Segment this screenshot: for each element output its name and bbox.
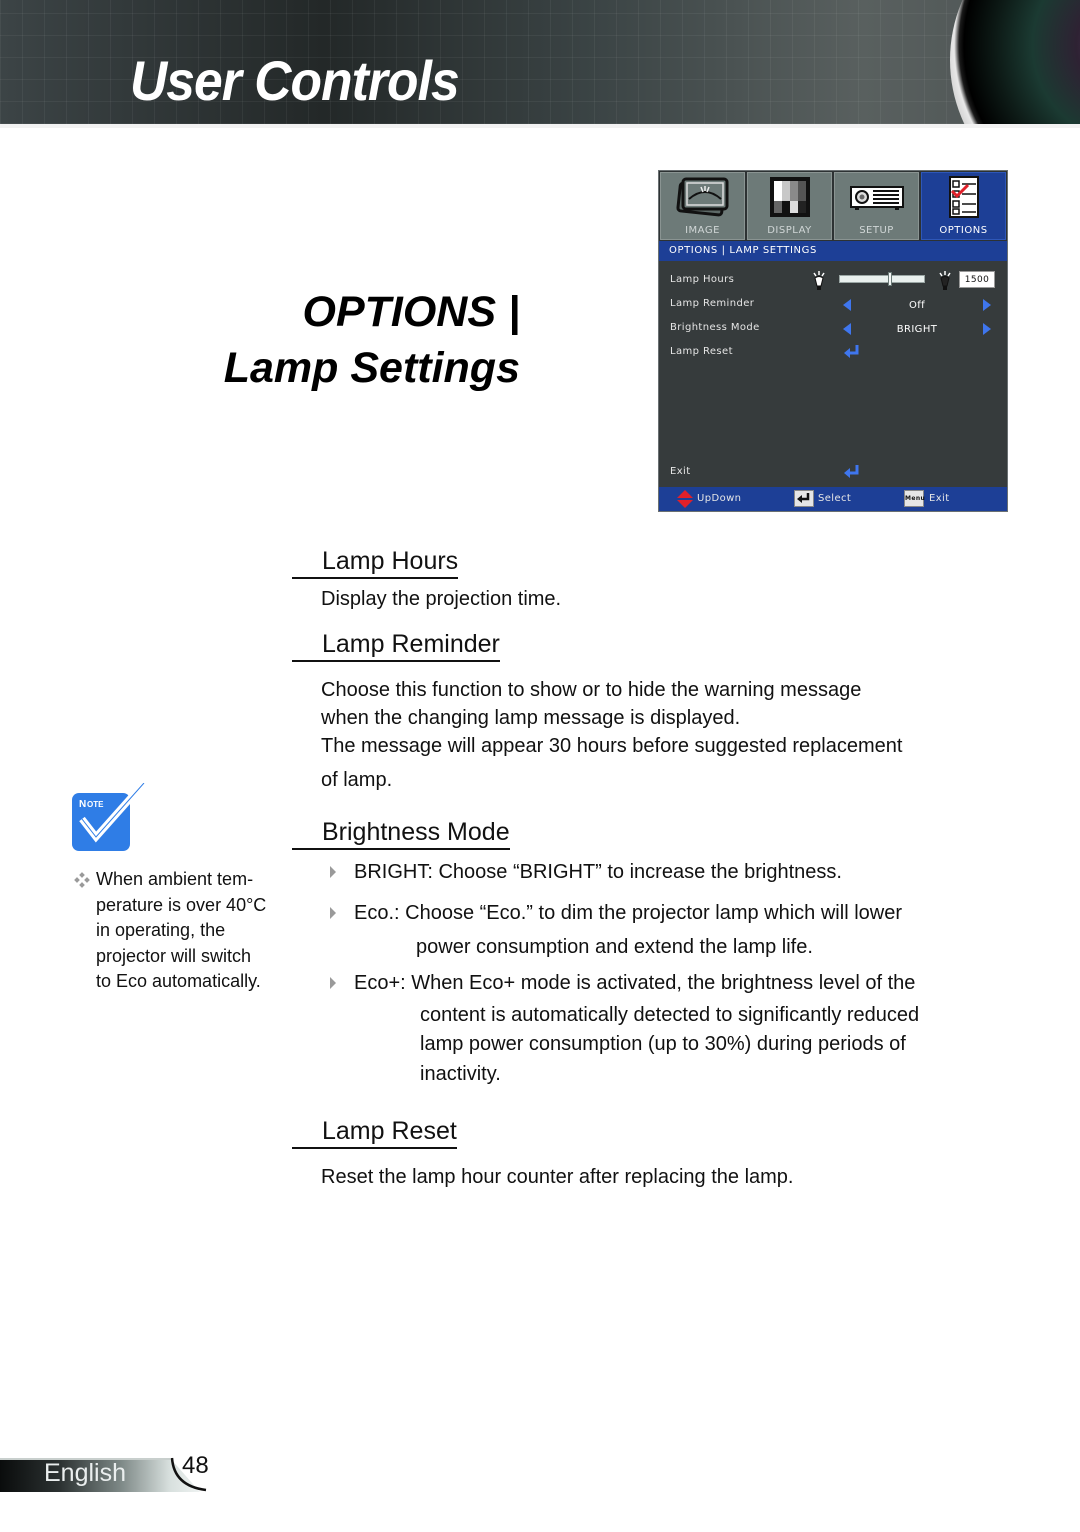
osd-row-lamp-reset[interactable]: Lamp Reset <box>659 342 1007 364</box>
arrow-left-icon[interactable] <box>843 299 851 311</box>
lamp-reset-description: Reset the lamp hour counter after replac… <box>321 1166 794 1188</box>
page-title-line2: Lamp Settings <box>223 344 520 392</box>
display-icon <box>769 177 810 217</box>
svg-text:OTE: OTE <box>87 800 104 809</box>
osd-row-lamp-hours[interactable]: Lamp Hours 1500 <box>659 270 1007 292</box>
arrow-right-icon[interactable] <box>983 299 991 311</box>
arrow-left-icon[interactable] <box>843 323 851 335</box>
note-check-icon: N OTE <box>72 783 146 851</box>
bullet-text-continued: inactivity. <box>420 1063 501 1085</box>
osd-footer: UpDown Select Menu Exit <box>659 487 1007 511</box>
lamp-reminder-line: when the changing lamp message is displa… <box>321 707 741 729</box>
select-key-icon <box>794 490 814 507</box>
lamp-reminder-line: Choose this function to show or to hide … <box>321 679 862 701</box>
bullet-text-continued: lamp power consumption (up to 30%) durin… <box>420 1033 906 1055</box>
bullet-text: BRIGHT: Choose “BRIGHT” to increase the … <box>354 861 842 883</box>
note-bullet-icon <box>74 872 90 888</box>
osd-row-exit[interactable]: Exit <box>659 462 1007 484</box>
bullet-text-continued: power consumption and extend the lamp li… <box>416 936 813 958</box>
tab-setup-label: SETUP <box>859 225 894 236</box>
updown-arrows-icon <box>677 490 693 508</box>
note-line: to Eco automatically. <box>96 971 261 991</box>
chapter-title: User Controls <box>130 49 460 112</box>
section-heading-brightness-mode: Brightness Mode <box>292 817 510 850</box>
osd-row-label: Lamp Reminder <box>670 298 755 309</box>
footer-exit-label: Exit <box>929 493 950 504</box>
page-title: OPTIONS | Lamp Settings <box>224 284 520 396</box>
tab-setup[interactable]: SETUP <box>834 172 919 240</box>
section-heading-lamp-hours: Lamp Hours <box>292 546 459 579</box>
page-title-line1: OPTIONS | <box>302 288 521 336</box>
osd-breadcrumb: OPTIONS | LAMP SETTINGS <box>659 241 1007 261</box>
lamp-hours-value: 1500 <box>959 271 995 288</box>
lamp-reminder-line: of lamp. <box>321 769 393 791</box>
dim-bulb-icon <box>813 271 825 290</box>
bright-bulb-icon <box>939 271 951 290</box>
tab-options-label: OPTIONS <box>939 225 988 236</box>
lamp-reminder-value: Off <box>908 300 926 311</box>
bullet-arrow-icon <box>330 866 336 878</box>
menu-key-icon: Menu <box>904 490 925 507</box>
footer-select-label: Select <box>818 493 852 504</box>
projector-icon <box>849 186 904 210</box>
bullet-arrow-icon <box>330 907 336 919</box>
arrow-right-icon[interactable] <box>983 323 991 335</box>
tab-display-label: DISPLAY <box>767 225 812 236</box>
lamp-reminder-line: The message will appear 30 hours before … <box>321 735 903 757</box>
osd-tab-bar: IMAGE DISPLAY SETUP OPTIONS <box>659 171 1007 241</box>
note-line: perature is over 40°C <box>96 894 267 915</box>
checklist-icon <box>948 176 979 218</box>
lamp-hours-description: Display the projection time. <box>321 588 562 610</box>
tab-options[interactable]: OPTIONS <box>921 172 1006 240</box>
section-heading-lamp-reminder: Lamp Reminder <box>292 629 500 662</box>
osd-row-lamp-reminder[interactable]: Lamp Reminder Off <box>659 294 1007 316</box>
bullet-arrow-icon <box>330 977 336 989</box>
image-icon <box>675 177 728 217</box>
bullet-text: Eco+: When Eco+ mode is activated, the b… <box>354 972 916 994</box>
banner-divider <box>0 124 1080 128</box>
osd-row-label: Lamp Hours <box>670 274 735 285</box>
language-label: English <box>44 1459 126 1487</box>
osd-row-label: Lamp Reset <box>670 346 733 357</box>
brightness-mode-value: BRIGHT <box>896 324 938 335</box>
enter-icon[interactable] <box>843 344 861 360</box>
slider-thumb[interactable] <box>888 272 892 286</box>
note-text: When ambient tem- perature is over 40°C … <box>96 867 306 995</box>
bullet-text: Eco.: Choose “Eco.” to dim the projector… <box>354 902 902 924</box>
tab-image[interactable]: IMAGE <box>660 172 745 240</box>
enter-icon[interactable] <box>843 464 861 480</box>
page-number: 48 <box>182 1452 209 1479</box>
note-line: When ambient tem- <box>96 869 254 889</box>
svg-text:N: N <box>79 799 86 810</box>
tab-image-label: IMAGE <box>685 225 720 236</box>
section-heading-lamp-reset: Lamp Reset <box>292 1116 457 1149</box>
note-line: in operating, the <box>96 920 226 940</box>
osd-row-label: Brightness Mode <box>670 322 760 333</box>
osd-exit-label: Exit <box>670 466 691 477</box>
osd-menu: IMAGE DISPLAY SETUP OPTIONS OPTIONS | LA… <box>658 170 1008 512</box>
bullet-text-continued: content is automatically detected to sig… <box>420 1004 920 1026</box>
note-line: projector will switch <box>96 945 252 966</box>
tab-display[interactable]: DISPLAY <box>747 172 832 240</box>
osd-row-brightness-mode[interactable]: Brightness Mode BRIGHT <box>659 318 1007 340</box>
lamp-hours-slider[interactable] <box>839 272 925 286</box>
footer-updown-label: UpDown <box>697 493 742 504</box>
header-banner: User Controls <box>0 0 1080 124</box>
